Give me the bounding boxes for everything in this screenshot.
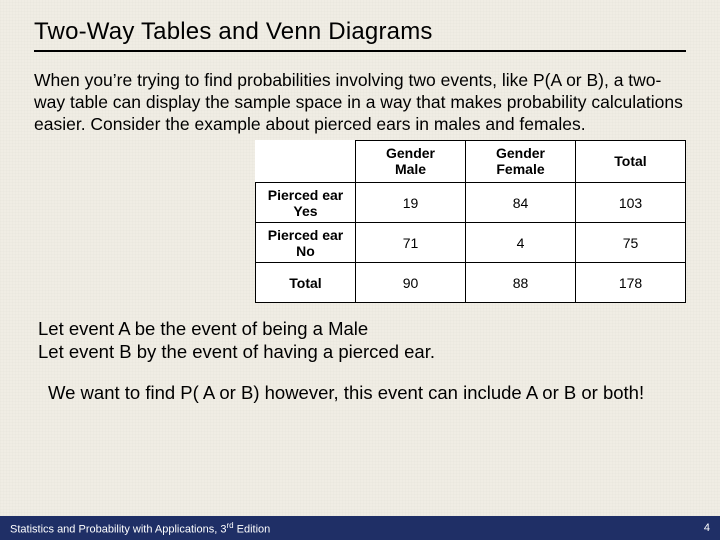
cell-no-male: 71 [356,223,466,263]
footer-page-number: 4 [704,522,710,534]
footer-book-post: Edition [234,523,271,535]
event-definitions: Let event A be the event of being a Male… [38,317,682,363]
cell-no-female: 4 [466,223,576,263]
footer-ordinal: rd [226,521,233,530]
footer-bar: Statistics and Probability with Applicat… [0,516,720,540]
cell-yes-female: 84 [466,183,576,223]
col-header-female-l1: Gender [472,145,569,162]
event-b-text: Let event B by the event of having a pie… [38,340,682,363]
table-container: Gender Male Gender Female Total Pierced … [34,140,686,304]
footer-book-pre: Statistics and Probability with Applicat… [10,523,226,535]
row-header-no-l2: No [262,243,349,259]
event-a-text: Let event A be the event of being a Male [38,317,682,340]
intro-paragraph: When you’re trying to find probabilities… [34,70,686,136]
row-header-yes-l2: Yes [262,203,349,219]
row-header-no-l1: Pierced ear [262,227,349,243]
cell-no-total: 75 [576,223,686,263]
col-header-male-l2: Male [362,161,459,178]
cell-total-female: 88 [466,263,576,303]
footer-left: Statistics and Probability with Applicat… [10,521,270,536]
page-title: Two-Way Tables and Venn Diagrams [34,18,686,52]
col-header-female: Gender Female [466,140,576,183]
cell-yes-total: 103 [576,183,686,223]
cell-yes-male: 19 [356,183,466,223]
row-header-yes: Pierced ear Yes [256,183,356,223]
two-way-table: Gender Male Gender Female Total Pierced … [255,140,686,304]
row-header-no: Pierced ear No [256,223,356,263]
col-header-female-l2: Female [472,161,569,178]
slide: Two-Way Tables and Venn Diagrams When yo… [0,0,720,540]
col-header-male-l1: Gender [362,145,459,162]
conclusion-text: We want to find P( A or B) however, this… [48,381,672,404]
cell-total-total: 178 [576,263,686,303]
col-header-male: Gender Male [356,140,466,183]
row-header-yes-l1: Pierced ear [262,187,349,203]
table-corner [256,140,356,183]
row-header-total: Total [256,263,356,303]
cell-total-male: 90 [356,263,466,303]
col-header-total: Total [576,140,686,183]
